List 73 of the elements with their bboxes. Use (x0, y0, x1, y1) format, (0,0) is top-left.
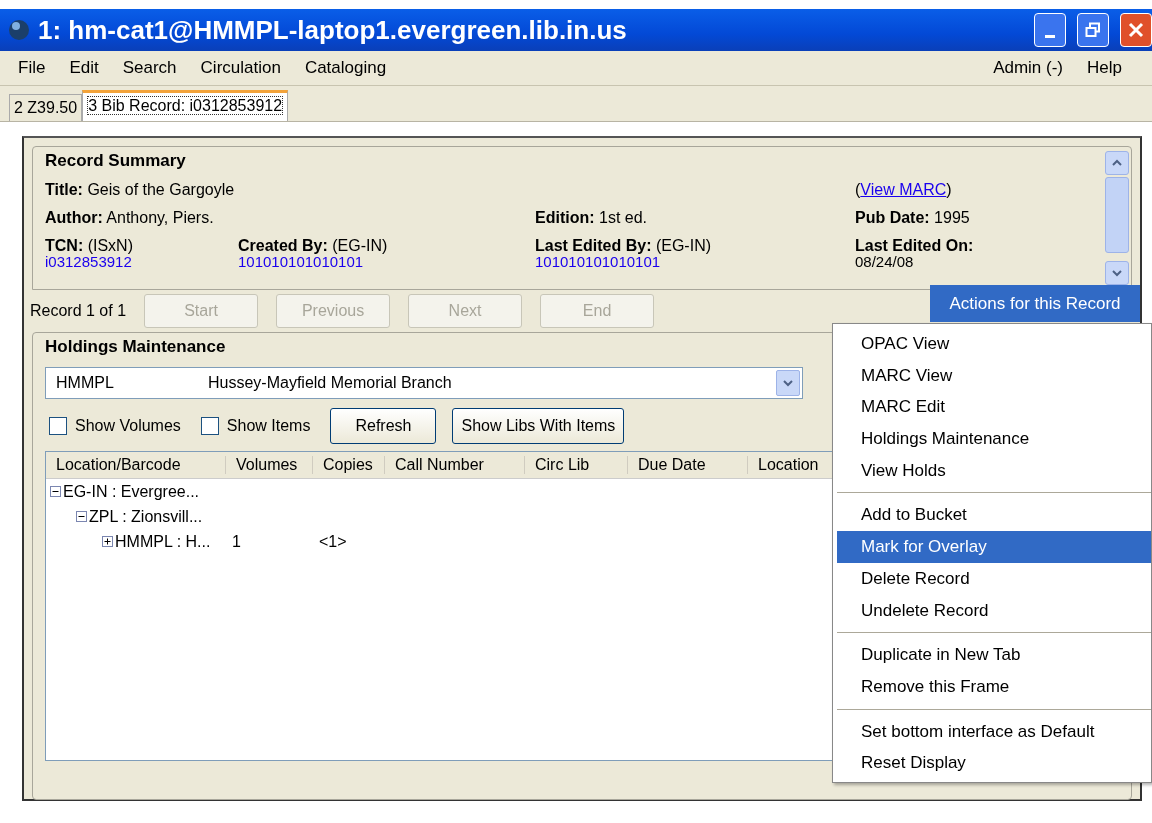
column-header[interactable]: Due Date (638, 456, 706, 473)
column-header[interactable]: Location (758, 456, 819, 473)
menu-item[interactable]: Duplicate in New Tab (837, 639, 1151, 671)
chevron-up-icon[interactable] (1112, 159, 1122, 167)
table-cell: <1> (319, 532, 347, 550)
field-text: Title: Geis of the Gargoyle (45, 181, 235, 199)
tab[interactable]: 2 Z39.50 (9, 94, 83, 121)
tree-item[interactable]: ZPL : Zionsvill... (89, 507, 203, 526)
field-text: Created By: (EG-IN) (238, 237, 388, 255)
checkbox-label: Show Items (226, 417, 311, 435)
restore-button[interactable] (1077, 13, 1109, 47)
field-link[interactable]: i0312853912 (45, 255, 132, 269)
tab[interactable]: 3 Bib Record: i0312853912 (82, 90, 289, 121)
minimize-button[interactable] (1034, 13, 1066, 47)
record-position: Record 1 of 1 (30, 302, 127, 320)
checkbox[interactable] (49, 417, 67, 435)
library-dropdown[interactable]: HMMPL Hussey-Mayfield Memorial Branch (45, 367, 803, 399)
menu-item[interactable]: Help (1087, 58, 1122, 78)
table-cell: 1 (232, 532, 241, 550)
refresh-button[interactable]: Refresh (330, 408, 437, 444)
column-header[interactable]: Volumes (236, 456, 298, 473)
menu-item[interactable]: Reset Display (837, 747, 1151, 779)
field-text: Author: Anthony, Piers. (45, 209, 214, 227)
expand-icon[interactable] (102, 536, 113, 547)
menu-item[interactable]: Add to Bucket (837, 499, 1151, 532)
column-header[interactable]: Circ Lib (535, 456, 590, 473)
menu-item[interactable]: Set bottom interface as Default (837, 715, 1151, 748)
minimize-icon (1045, 34, 1055, 38)
menu-item[interactable]: MARC View (837, 359, 1151, 392)
field-text: Edition: 1st ed. (535, 209, 648, 227)
menu-item[interactable]: OPAC View (837, 328, 1151, 360)
menu-item[interactable]: Delete Record (837, 562, 1151, 595)
field-text: TCN: (ISxN) (45, 237, 133, 255)
punctuation: ) (946, 181, 952, 198)
menu-item[interactable]: Cataloging (304, 58, 387, 78)
field-value: 08/24/08 (855, 255, 914, 269)
section-heading: Holdings Maintenance (45, 337, 226, 357)
punctuation: ( (855, 181, 861, 198)
actions-menu-button[interactable]: Actions for this Record (930, 285, 1140, 322)
close-button[interactable] (1120, 13, 1152, 47)
column-header[interactable]: Call Number (395, 456, 484, 473)
collapse-icon[interactable] (50, 486, 61, 497)
tree-item[interactable]: HMMPL : H... (115, 532, 211, 551)
close-icon (1127, 21, 1145, 39)
menu-item[interactable]: Search (122, 58, 177, 78)
field-text: Last Edited By: (EG-IN) (535, 237, 711, 255)
window-title: 1: hm-cat1@HMMPL-laptop1.evergreen.lib.in.us (38, 14, 628, 46)
menu-item[interactable]: Remove this Frame (837, 670, 1151, 703)
menu-item[interactable]: Mark for Overlay (837, 531, 1151, 563)
menu-item[interactable]: File (18, 58, 46, 78)
column-header[interactable]: Copies (323, 456, 373, 473)
field-text: Pub Date: 1995 (855, 209, 970, 227)
column-header[interactable]: Location/Barcode (56, 456, 181, 473)
menu-item[interactable]: Undelete Record (837, 594, 1151, 627)
show-libs-button[interactable]: Show Libs With Items (452, 408, 625, 444)
menu-item[interactable]: MARC Edit (837, 391, 1151, 424)
menu-item[interactable]: Holdings Maintenance (837, 423, 1151, 455)
restore-icon (1085, 22, 1101, 38)
collapse-icon[interactable] (76, 511, 87, 522)
chevron-down-icon[interactable] (783, 379, 793, 387)
tree-item[interactable]: EG-IN : Evergree... (63, 482, 200, 501)
field-link[interactable]: 101010101010101 (535, 255, 661, 269)
field-text: Last Edited On: (855, 237, 974, 255)
menu-item[interactable]: Edit (69, 58, 99, 78)
menu-item[interactable]: Admin (-) (993, 58, 1064, 78)
menu-item[interactable]: View Holds (837, 454, 1151, 487)
checkbox[interactable] (200, 417, 219, 435)
field-link[interactable]: 101010101010101 (238, 255, 364, 269)
globe-icon (8, 19, 30, 41)
section-heading: Record Summary (45, 151, 186, 171)
chevron-down-icon[interactable] (1112, 269, 1122, 277)
checkbox-label: Show Volumes (75, 417, 181, 435)
menu-item[interactable]: Circulation (200, 58, 281, 78)
